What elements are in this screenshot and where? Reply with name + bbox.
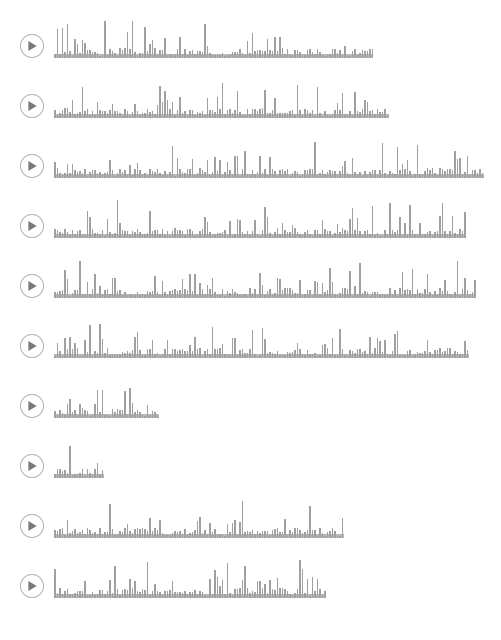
track-row xyxy=(20,20,501,58)
play-icon xyxy=(28,341,37,351)
waveform[interactable] xyxy=(54,260,476,298)
waveform[interactable] xyxy=(54,320,469,358)
play-icon xyxy=(28,581,37,591)
waveform[interactable] xyxy=(54,80,389,118)
tracks-list xyxy=(20,20,501,598)
track-row xyxy=(20,560,501,598)
play-button[interactable] xyxy=(20,94,44,118)
track-row xyxy=(20,140,501,178)
waveform[interactable] xyxy=(54,500,344,538)
play-icon xyxy=(28,101,37,111)
play-button[interactable] xyxy=(20,454,44,478)
track-row xyxy=(20,200,501,238)
play-button[interactable] xyxy=(20,214,44,238)
waveform[interactable] xyxy=(54,200,466,238)
play-button[interactable] xyxy=(20,34,44,58)
play-icon xyxy=(28,221,37,231)
waveform[interactable] xyxy=(54,140,484,178)
track-row xyxy=(20,380,501,418)
play-button[interactable] xyxy=(20,274,44,298)
play-button[interactable] xyxy=(20,514,44,538)
waveform[interactable] xyxy=(54,20,372,58)
waveform[interactable] xyxy=(54,440,104,478)
track-row xyxy=(20,320,501,358)
play-icon xyxy=(28,461,37,471)
play-button[interactable] xyxy=(20,394,44,418)
play-icon xyxy=(28,161,37,171)
track-row xyxy=(20,440,501,478)
track-row xyxy=(20,80,501,118)
play-button[interactable] xyxy=(20,334,44,358)
play-button[interactable] xyxy=(20,154,44,178)
play-icon xyxy=(28,281,37,291)
waveform[interactable] xyxy=(54,560,326,598)
track-row xyxy=(20,500,501,538)
play-icon xyxy=(28,401,37,411)
play-button[interactable] xyxy=(20,574,44,598)
play-icon xyxy=(28,41,37,51)
track-row xyxy=(20,260,501,298)
play-icon xyxy=(28,521,37,531)
waveform[interactable] xyxy=(54,380,159,418)
